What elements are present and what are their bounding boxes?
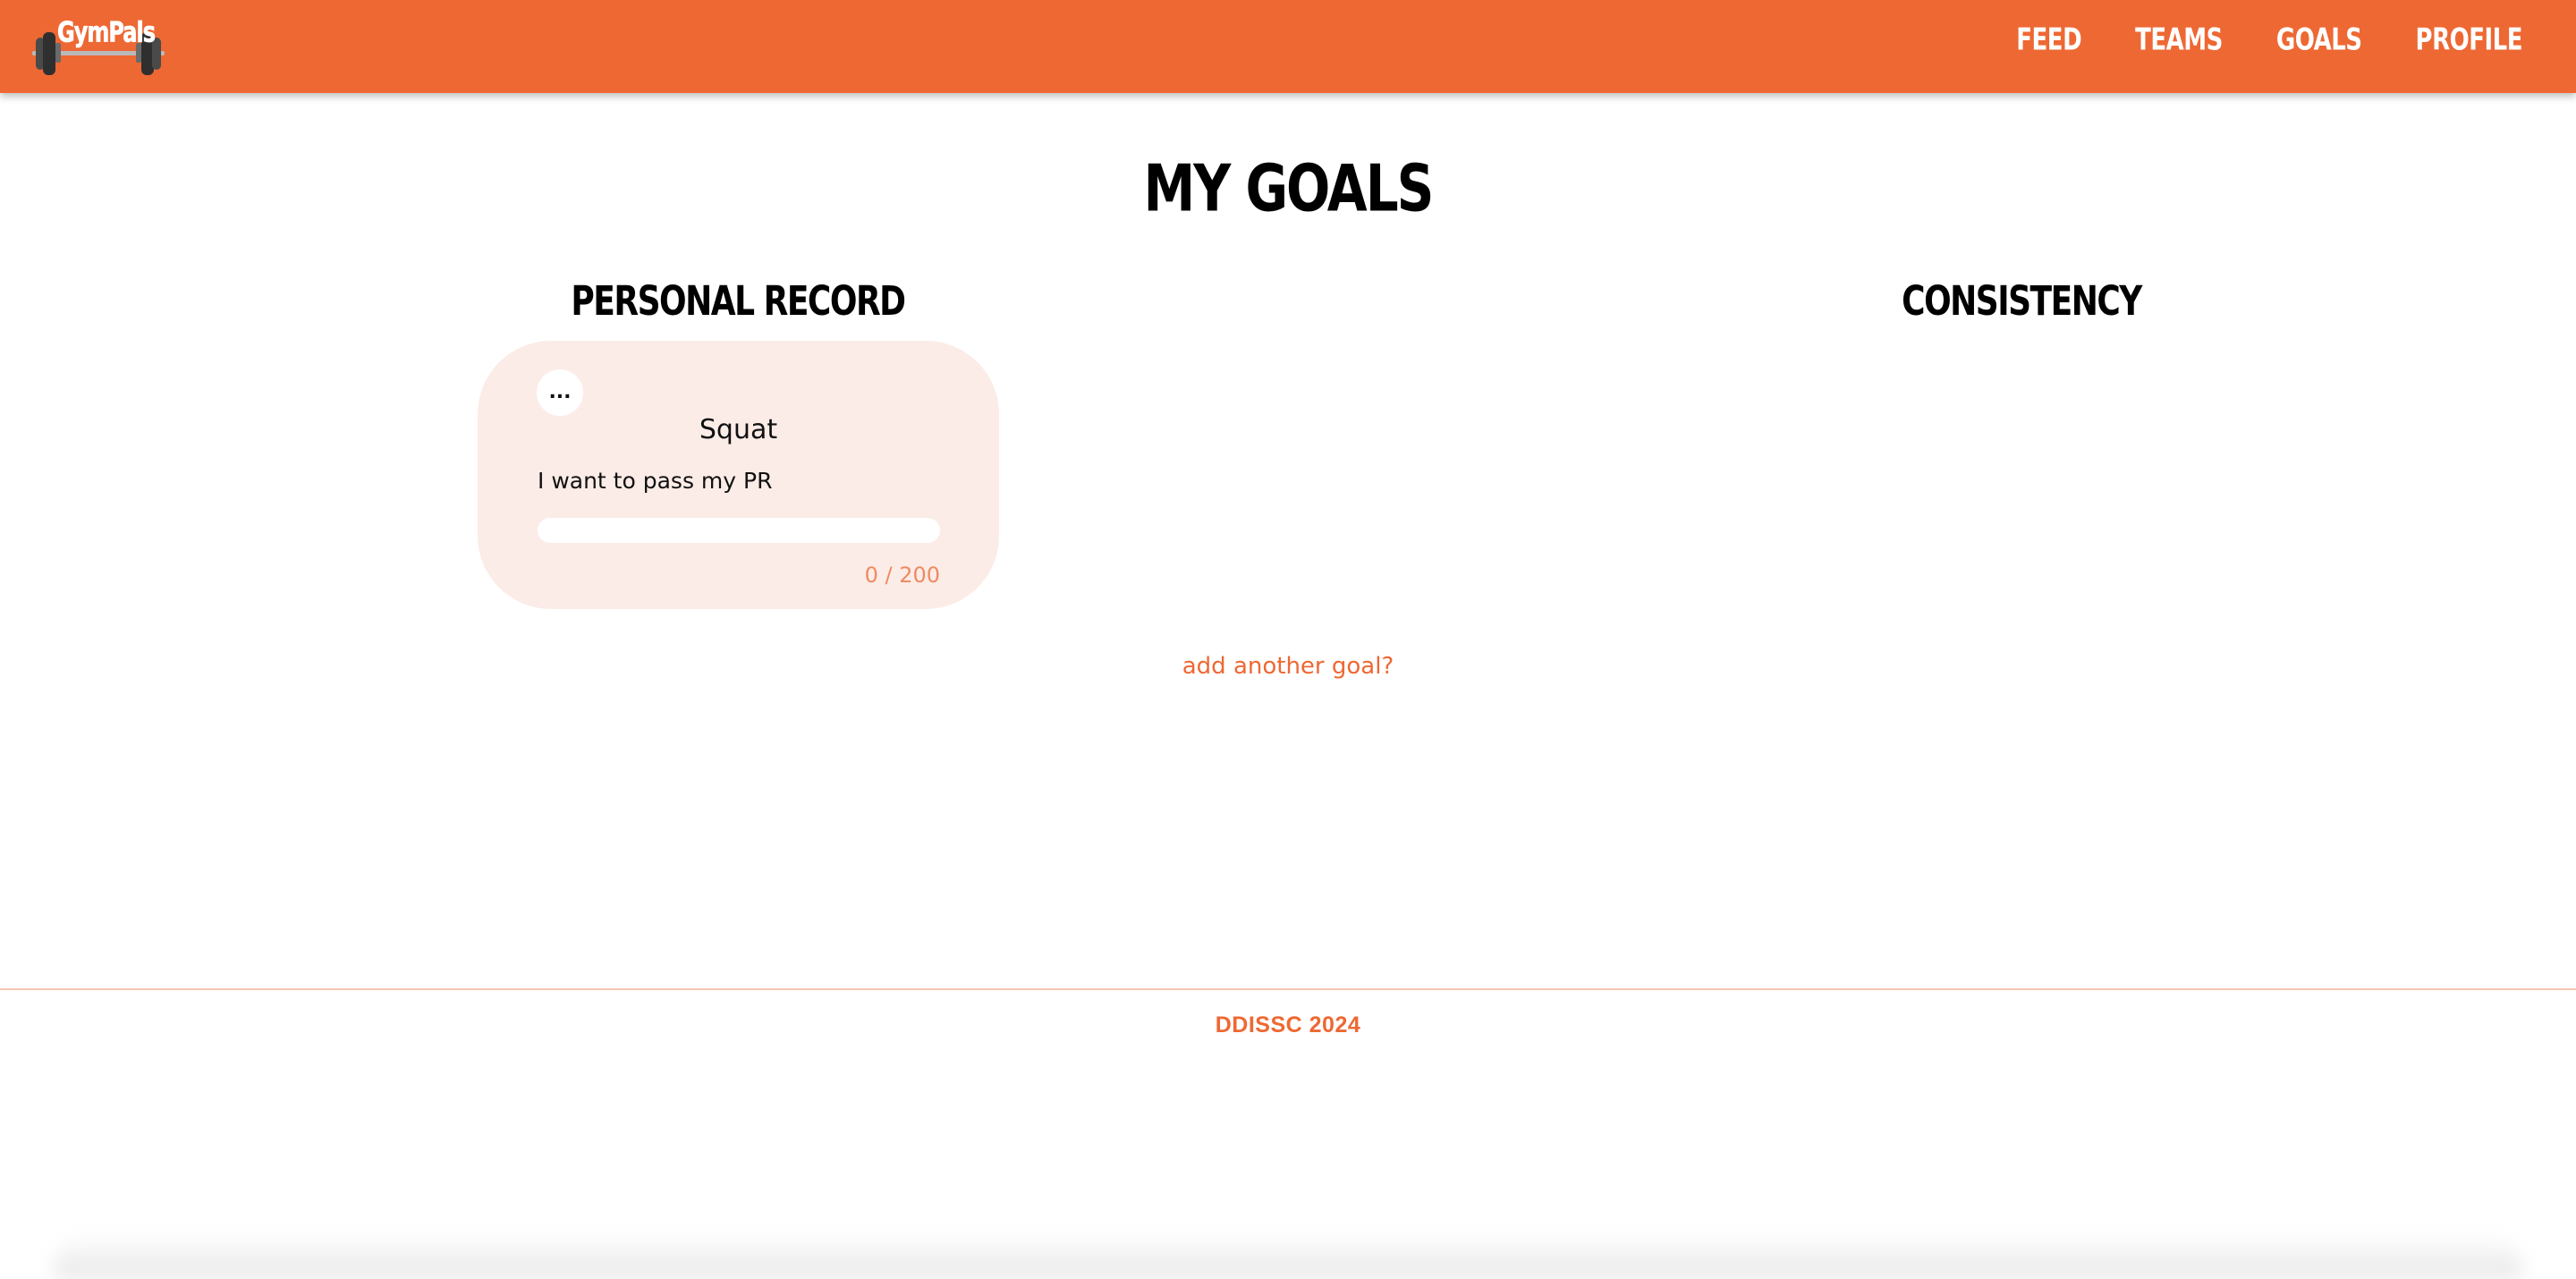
nav-link-profile[interactable]: PROFILE: [2416, 23, 2523, 58]
nav-links: FEED TEAMS GOALS PROFILE: [2016, 23, 2522, 58]
section-title-personal-record: PERSONAL RECORD: [571, 279, 906, 326]
goal-menu-button[interactable]: ...: [537, 369, 583, 416]
nav-link-teams[interactable]: TEAMS: [2135, 23, 2223, 58]
gympals-logo[interactable]: GymPals: [29, 16, 168, 75]
add-goal-link[interactable]: add another goal?: [0, 653, 2576, 680]
goal-name: Squat: [699, 414, 778, 445]
page-title: MY GOALS: [1143, 150, 1435, 226]
goal-progress-text: 0 / 200: [864, 563, 940, 588]
goal-description: I want to pass my PR: [538, 468, 773, 494]
footer-divider: [0, 988, 2576, 990]
nav-link-goals[interactable]: GOALS: [2276, 23, 2362, 58]
logo-text: GymPals: [57, 16, 157, 49]
nav-link-feed[interactable]: FEED: [2016, 23, 2081, 58]
goal-progress-bar: [538, 518, 940, 543]
goal-card: ... Squat I want to pass my PR 0 / 200: [478, 341, 999, 609]
top-navbar: GymPals FEED TEAMS GOALS PROFILE: [0, 0, 2576, 93]
bottom-shadow: [54, 1234, 2522, 1279]
section-title-consistency: CONSISTENCY: [1902, 279, 2142, 326]
footer-text: DDISSC 2024: [1215, 1012, 1361, 1038]
